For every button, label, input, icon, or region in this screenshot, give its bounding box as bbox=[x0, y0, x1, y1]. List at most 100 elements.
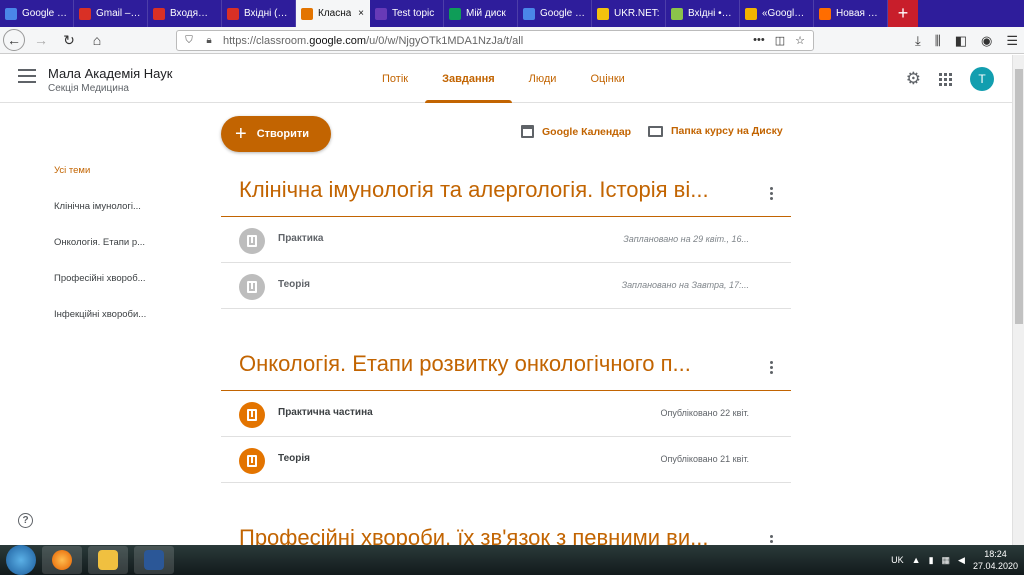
tab-0[interactable]: Потік bbox=[365, 55, 425, 103]
create-button[interactable]: + Створити bbox=[221, 116, 331, 152]
browser-tab-label: Google Пе bbox=[540, 8, 586, 19]
assignment-title: Практична частина bbox=[278, 407, 373, 418]
browser-tab-label: UKR.NET: bbox=[614, 8, 660, 19]
topics-sidebar: Усі теми Клінічна імунологі... Онкологія. … bbox=[54, 165, 164, 345]
browser-tab[interactable]: Новая вкл bbox=[814, 0, 888, 27]
taskbar-explorer[interactable] bbox=[88, 546, 128, 574]
home-button[interactable]: ⌂ bbox=[85, 28, 109, 52]
assignment-row[interactable]: Теорія Заплановано на Завтра, 17:... bbox=[221, 263, 791, 309]
browser-tab[interactable]: «Google С bbox=[740, 0, 814, 27]
forward-button[interactable]: → bbox=[29, 28, 53, 52]
folder-icon bbox=[98, 550, 118, 570]
volume-icon[interactable]: ◀ bbox=[958, 555, 965, 566]
library-icon[interactable]: ⫼ bbox=[935, 33, 941, 49]
shield-icon: ⛉ bbox=[185, 35, 193, 46]
browser-tab[interactable]: Мій диск bbox=[444, 0, 518, 27]
browser-tab[interactable]: Test topic bbox=[370, 0, 444, 27]
browser-tab[interactable]: Google Пе bbox=[0, 0, 74, 27]
assignment-date: Заплановано на 29 квіт., 16... bbox=[623, 234, 749, 244]
browser-tab-label: Вхідні • віс bbox=[688, 8, 734, 19]
reload-button[interactable]: ↻ bbox=[57, 28, 81, 52]
topic-more-icon[interactable] bbox=[770, 361, 773, 374]
account-icon[interactable]: ◉ bbox=[981, 33, 992, 49]
topic-title[interactable]: Клінічна імунологія та алергологія. Істо… bbox=[239, 177, 759, 203]
topic-more-icon[interactable] bbox=[770, 187, 773, 200]
show-hidden-icons-icon[interactable]: ▲ bbox=[912, 555, 921, 565]
browser-menu-icon[interactable]: ☰ bbox=[1006, 33, 1018, 49]
system-tray: UK ▲ ▮ ▦ ◀ 18:24 27.04.2020 bbox=[891, 545, 1018, 575]
language-indicator[interactable]: UK bbox=[891, 555, 904, 565]
google-calendar-link[interactable]: Google Календар bbox=[521, 125, 631, 138]
course-title[interactable]: Мала Академія Наук bbox=[48, 66, 172, 81]
tab-2[interactable]: Люди bbox=[512, 55, 574, 103]
browser-tab[interactable]: UKR.NET: bbox=[592, 0, 666, 27]
browser-tab[interactable]: Google Пе bbox=[518, 0, 592, 27]
browser-tab[interactable]: Входящие bbox=[148, 0, 222, 27]
assignment-title: Практика bbox=[278, 233, 324, 244]
sidebar-topic-item[interactable]: Клінічна імунологі... bbox=[54, 201, 164, 237]
assignment-row[interactable]: Практика Заплановано на 29 квіт., 16... bbox=[221, 217, 791, 263]
tab-favicon-icon bbox=[301, 7, 313, 20]
page-scrollbar[interactable] bbox=[1012, 55, 1024, 545]
sidebar-topic-item[interactable]: Інфекційні хвороби... bbox=[54, 309, 164, 345]
lock-icon: 🔒︎ bbox=[206, 35, 212, 46]
assignment-row[interactable]: Практична частина Опубліковано 22 квіт. bbox=[221, 391, 791, 437]
tab-favicon-icon bbox=[671, 7, 683, 20]
browser-tab-label: Класна bbox=[318, 8, 352, 19]
downloads-icon[interactable]: ⤓ bbox=[915, 33, 921, 49]
bookmark-star-icon[interactable]: ☆ bbox=[795, 34, 805, 47]
plus-icon: + bbox=[235, 123, 247, 145]
browser-tab-label: Новая вкл bbox=[836, 8, 882, 19]
browser-tab[interactable]: Класна × bbox=[296, 0, 370, 27]
classroom-tabs: Потік Завдання Люди Оцінки bbox=[365, 55, 642, 103]
course-subtitle: Секція Медицина bbox=[48, 83, 129, 94]
browser-tab[interactable]: Вхідні • віс bbox=[666, 0, 740, 27]
assignment-row[interactable]: Теорія Опубліковано 21 квіт. bbox=[221, 437, 791, 483]
firefox-icon bbox=[52, 550, 72, 570]
scrollbar-thumb[interactable] bbox=[1015, 69, 1023, 324]
assignment-date: Опубліковано 22 квіт. bbox=[660, 408, 749, 418]
google-apps-icon[interactable] bbox=[939, 72, 952, 86]
battery-icon[interactable]: ▮ bbox=[929, 555, 934, 566]
sidebar-toggle-icon[interactable]: ◧ bbox=[955, 33, 967, 49]
pocket-icon[interactable]: ◫ bbox=[775, 34, 785, 47]
tab-1[interactable]: Завдання bbox=[425, 55, 512, 103]
browser-tab[interactable]: Вхідні (3 1 bbox=[222, 0, 296, 27]
tab-favicon-icon bbox=[449, 7, 461, 20]
drive-folder-label: Папка курсу на Диску bbox=[671, 125, 783, 137]
sidebar-topic-item[interactable]: Онкологія. Етапи р... bbox=[54, 237, 164, 273]
clock[interactable]: 18:24 27.04.2020 bbox=[973, 548, 1018, 572]
settings-gear-icon[interactable]: ⚙ bbox=[906, 69, 921, 89]
sidebar-topic-item[interactable]: Професійні хвороб... bbox=[54, 273, 164, 309]
url-text[interactable]: https://classroom.google.com/u/0/w/NjgyO… bbox=[223, 35, 523, 47]
clock-time: 18:24 bbox=[984, 549, 1007, 559]
tab-favicon-icon bbox=[819, 7, 831, 20]
browser-tab[interactable]: Gmail – эл bbox=[74, 0, 148, 27]
address-bar[interactable]: ⛉ 🔒︎ https://classroom.google.com/u/0/w/… bbox=[176, 30, 814, 51]
taskbar-firefox[interactable] bbox=[42, 546, 82, 574]
drive-folder-link[interactable]: Папка курсу на Диску bbox=[648, 125, 783, 137]
topic-title[interactable]: Професійні хвороби, їх зв'язок з певними… bbox=[239, 525, 759, 545]
topic-title[interactable]: Онкологія. Етапи розвитку онкологічного … bbox=[239, 351, 759, 377]
tab-favicon-icon bbox=[79, 7, 91, 20]
folder-icon bbox=[648, 125, 663, 137]
taskbar-word[interactable] bbox=[134, 546, 174, 574]
back-button[interactable]: ← bbox=[3, 29, 25, 51]
windows-taskbar: UK ▲ ▮ ▦ ◀ 18:24 27.04.2020 bbox=[0, 545, 1024, 575]
tab-3[interactable]: Оцінки bbox=[573, 55, 641, 103]
avatar[interactable]: T bbox=[970, 67, 994, 91]
calendar-icon bbox=[521, 125, 534, 138]
start-button[interactable] bbox=[6, 545, 36, 575]
assignment-icon bbox=[239, 448, 265, 474]
new-tab-button[interactable]: + bbox=[888, 0, 918, 27]
sidebar-topic-item[interactable]: Усі теми bbox=[54, 165, 164, 201]
network-icon[interactable]: ▦ bbox=[942, 555, 951, 566]
tab-favicon-icon bbox=[523, 7, 535, 20]
close-tab-icon[interactable]: × bbox=[358, 8, 364, 19]
main-menu-icon[interactable] bbox=[18, 69, 36, 83]
tab-favicon-icon bbox=[375, 7, 387, 20]
assignment-date: Заплановано на Завтра, 17:... bbox=[621, 280, 749, 290]
page-actions-icon[interactable]: ••• bbox=[753, 34, 765, 47]
help-icon[interactable]: ? bbox=[18, 513, 33, 528]
topic-more-icon[interactable] bbox=[770, 535, 773, 545]
